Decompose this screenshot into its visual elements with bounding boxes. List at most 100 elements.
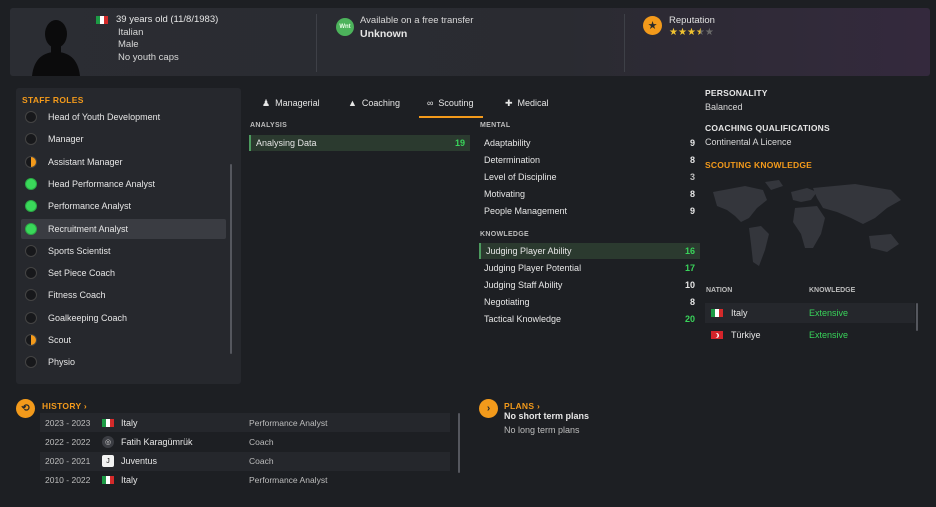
staff-roles-panel: STAFF ROLES Head of Youth Development Man…: [16, 88, 241, 384]
suitability-half-icon: [25, 155, 37, 168]
role-item[interactable]: Recruitment Analyst: [21, 218, 226, 239]
attribute-row[interactable]: Judging Player Potential 17: [479, 260, 700, 276]
italy-flag-icon: [711, 309, 723, 317]
role-item[interactable]: Assistant Manager: [21, 152, 226, 172]
medical-cross-icon: ✚: [505, 97, 513, 108]
attribute-row[interactable]: Negotiating 8: [479, 294, 700, 310]
roles-scrollbar[interactable]: [230, 164, 232, 354]
transfer-value: Unknown: [360, 28, 408, 40]
history-title[interactable]: HISTORY ›: [42, 401, 87, 411]
attribute-value: 17: [684, 263, 695, 273]
tab-medical[interactable]: ✚ Medical: [505, 90, 549, 116]
italy-flag-icon: [102, 476, 114, 485]
role-item[interactable]: Head of Youth Development: [21, 107, 226, 127]
attribute-label: Motivating: [484, 189, 526, 199]
youth-caps: No youth caps: [118, 51, 179, 63]
attribute-row[interactable]: Judging Player Ability 16: [479, 243, 700, 259]
attribute-row[interactable]: Motivating 8: [479, 186, 700, 202]
role-label: Sports Scientist: [48, 245, 111, 256]
wanted-badge-icon: Wnt: [336, 18, 354, 36]
suitability-none-icon: [25, 289, 37, 302]
history-club[interactable]: ◎ Fatih Karagümrük: [102, 435, 249, 448]
attribute-label: Judging Staff Ability: [484, 280, 563, 290]
personality-value: Balanced: [705, 102, 743, 112]
suitability-none-icon: [25, 133, 37, 146]
history-club[interactable]: J Juventus: [102, 455, 249, 468]
knowledge-level: Extensive: [809, 330, 849, 340]
role-item[interactable]: Physio: [21, 352, 226, 372]
nationality: Italian: [118, 26, 144, 38]
attribute-value: 16: [684, 246, 695, 256]
tab-scouting[interactable]: ∞ Scouting: [418, 90, 485, 118]
attribute-value: 3: [689, 172, 695, 182]
role-item[interactable]: Sports Scientist: [21, 241, 226, 261]
role-label: Scout: [48, 335, 72, 345]
knowledge-col-header: KNOWLEDGE: [809, 287, 856, 294]
coaching-quals-value: Continental A Licence: [705, 137, 792, 147]
history-row[interactable]: 2010 - 2022 Italy Performance Analyst: [40, 471, 450, 490]
star-half-icon: ★: [695, 27, 705, 38]
role-label: Manager: [48, 134, 84, 145]
history-club[interactable]: Italy: [102, 418, 249, 428]
suitability-full-icon: [25, 177, 37, 190]
attribute-row[interactable]: Analysing Data 19: [249, 135, 470, 151]
star-full-icon: ★: [669, 27, 678, 38]
juventus-badge-icon: J: [102, 455, 114, 468]
attribute-label: Judging Player Potential: [484, 263, 582, 273]
age-line: 39 years old (11/8/1983): [116, 14, 219, 25]
attribute-row[interactable]: Adaptability 9: [479, 135, 700, 151]
history-role: Coach: [249, 436, 274, 447]
role-label: Recruitment Analyst: [48, 223, 129, 234]
tab-coaching[interactable]: ▲ Coaching: [348, 90, 400, 116]
attribute-label: Tactical Knowledge: [484, 314, 562, 324]
transfer-label: Available on a free transfer: [360, 15, 474, 26]
history-icon: ⟲: [16, 399, 35, 418]
tab-managerial[interactable]: ♟ Managerial: [262, 90, 320, 116]
club-name: Italy: [121, 475, 138, 486]
analysis-heading: ANALYSIS: [250, 122, 288, 129]
suitability-full-icon: [25, 200, 37, 213]
history-row[interactable]: 2023 - 2023 Italy Performance Analyst: [40, 413, 450, 432]
star-full-icon: ★: [686, 27, 696, 38]
club-name: Juventus: [121, 456, 158, 467]
history-years: 2020 - 2021: [45, 456, 91, 467]
nation-col-header: NATION: [706, 287, 733, 294]
role-item[interactable]: Head Performance Analyst: [21, 174, 226, 194]
role-item[interactable]: Manager: [21, 129, 226, 149]
role-item[interactable]: Goalkeeping Coach: [21, 308, 226, 328]
attribute-row[interactable]: Tactical Knowledge 20: [479, 311, 700, 327]
role-label: Performance Analyst: [48, 201, 132, 212]
role-item[interactable]: Scout: [21, 330, 226, 350]
club-name: Fatih Karagümrük: [121, 436, 193, 447]
role-item[interactable]: Fitness Coach: [21, 285, 226, 305]
star-badge-icon: ★: [643, 16, 662, 35]
person-icon: ♟: [262, 97, 271, 108]
mental-heading: MENTAL: [480, 122, 511, 129]
history-row[interactable]: 2020 - 2021 J Juventus Coach: [40, 451, 450, 471]
attribute-label: Adaptability: [484, 138, 531, 148]
role-label: Head of Youth Development: [48, 112, 161, 122]
scouting-knowledge-title: SCOUTING KNOWLEDGE: [705, 160, 813, 170]
history-scrollbar[interactable]: [458, 413, 460, 473]
reputation-label: Reputation: [669, 15, 715, 26]
history-row[interactable]: 2022 - 2022 ◎ Fatih Karagümrük Coach: [40, 432, 450, 451]
knowledge-row[interactable]: Türkiye Extensive: [705, 325, 915, 345]
attribute-value: 9: [689, 206, 695, 216]
world-map-image: [713, 180, 901, 266]
italy-flag-icon: [102, 418, 114, 427]
attribute-row[interactable]: Level of Discipline 3: [479, 169, 700, 185]
plans-chevron-icon[interactable]: ›: [479, 399, 498, 418]
history-club[interactable]: Italy: [102, 475, 249, 485]
knowledge-scrollbar[interactable]: [916, 303, 918, 331]
role-item[interactable]: Set Piece Coach: [21, 263, 226, 283]
suitability-none-icon: [25, 244, 37, 257]
personality-title: PERSONALITY: [705, 88, 768, 98]
knowledge-row[interactable]: Italy Extensive: [705, 303, 915, 323]
attribute-row[interactable]: Determination 8: [479, 152, 700, 168]
role-item[interactable]: Performance Analyst: [21, 196, 226, 216]
plans-title[interactable]: PLANS ›: [504, 401, 540, 411]
attribute-row[interactable]: Judging Staff Ability 10: [479, 277, 700, 293]
suitability-half-icon: [25, 334, 37, 346]
club-crest-icon: ◎: [102, 435, 114, 448]
attribute-row[interactable]: People Management 9: [479, 203, 700, 219]
